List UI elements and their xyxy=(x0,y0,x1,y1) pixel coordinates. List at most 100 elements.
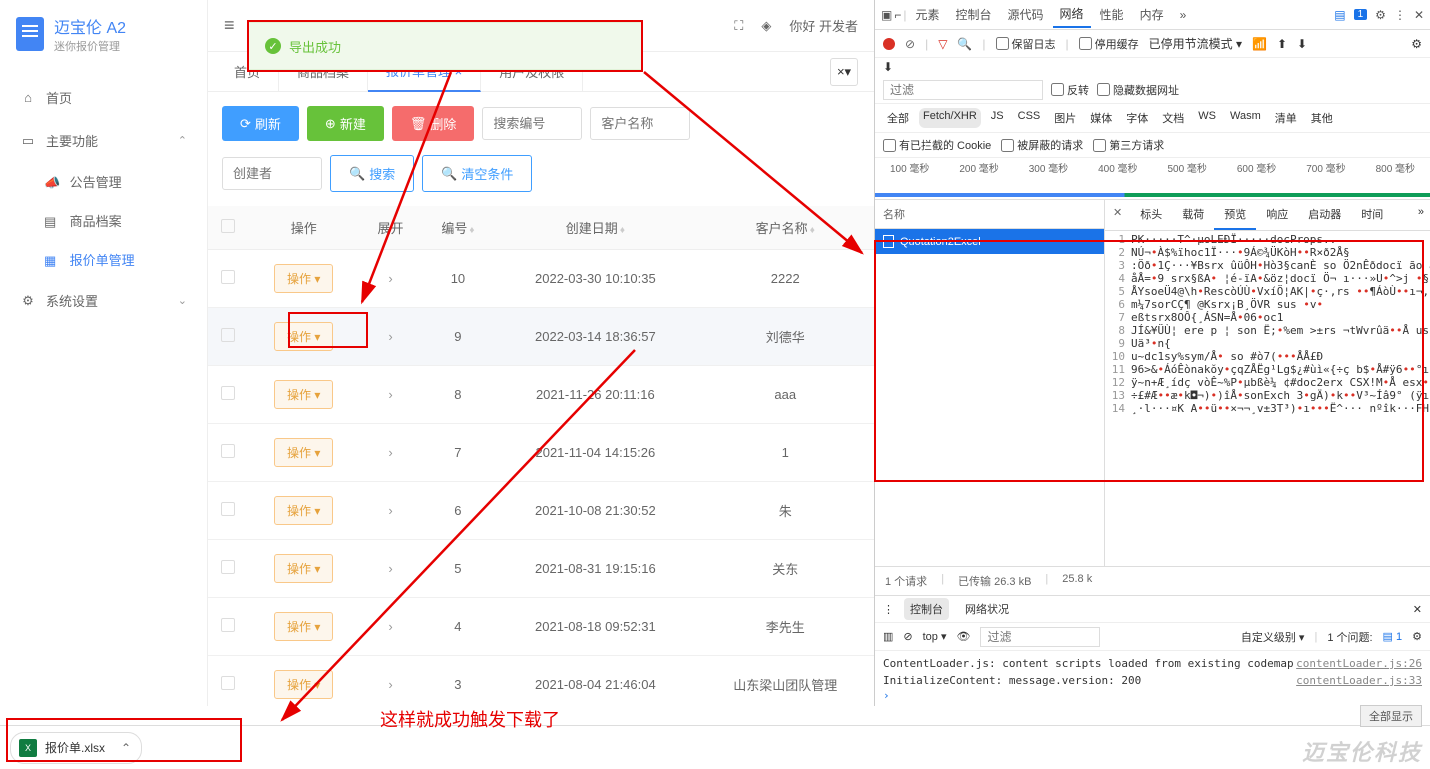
search-no-input[interactable] xyxy=(482,107,582,140)
nav-product-files[interactable]: ▤ 商品档案 xyxy=(0,201,207,240)
console-scope[interactable]: top ▾ xyxy=(923,630,947,643)
message-icon[interactable]: ▤ xyxy=(1334,8,1345,22)
download-item[interactable]: X 报价单.xlsx ⌃ xyxy=(10,732,142,764)
type-ws[interactable]: WS xyxy=(1194,108,1220,128)
type-fetch[interactable]: Fetch/XHR xyxy=(919,108,981,128)
request-item[interactable]: Quotation2Excel xyxy=(875,229,1104,254)
refresh-button[interactable]: ⟳ 刷新 xyxy=(222,106,299,141)
row-checkbox[interactable] xyxy=(221,328,235,342)
nav-quotation[interactable]: ▦ 报价单管理 xyxy=(0,240,207,279)
table-row[interactable]: 操作 ▾ › 9 2022-03-14 18:36:57 刘德华 xyxy=(208,308,874,366)
detail-tab-headers[interactable]: 标头 xyxy=(1130,200,1172,230)
search-icon[interactable]: 🔍 xyxy=(957,37,972,51)
preserve-log-checkbox[interactable]: 保留日志 xyxy=(996,36,1056,52)
hamburger-icon[interactable]: ≡ xyxy=(224,15,235,36)
col-no[interactable]: 编号♦ xyxy=(422,206,495,250)
nav-system-settings[interactable]: ⚙ 系统设置 ⌄ xyxy=(0,279,207,322)
row-op-button[interactable]: 操作 ▾ xyxy=(274,612,333,641)
row-op-button[interactable]: 操作 ▾ xyxy=(274,554,333,583)
console-link[interactable]: contentLoader.js:26 xyxy=(1296,657,1422,670)
console-menu-icon[interactable]: ⋮ xyxy=(883,603,894,616)
dt-tab-performance[interactable]: 性能 xyxy=(1093,2,1131,27)
clear-button[interactable]: 🔍 清空条件 xyxy=(422,155,532,192)
table-row[interactable]: 操作 ▾ › 5 2021-08-31 19:15:16 关东 xyxy=(208,540,874,598)
third-party-checkbox[interactable]: 第三方请求 xyxy=(1093,137,1164,153)
expand-icon[interactable]: › xyxy=(388,677,392,692)
row-op-button[interactable]: 操作 ▾ xyxy=(274,264,333,293)
nav-main-features[interactable]: ▭ 主要功能 ⌃ xyxy=(0,119,207,162)
expand-icon[interactable]: › xyxy=(388,619,392,634)
type-doc[interactable]: 文档 xyxy=(1158,108,1188,128)
filtered-req-checkbox[interactable]: 被屏蔽的请求 xyxy=(1001,137,1083,153)
type-manifest[interactable]: 清单 xyxy=(1271,108,1301,128)
dt-filter-input[interactable] xyxy=(883,80,1043,100)
detail-tab-response[interactable]: 响应 xyxy=(1256,200,1298,230)
detail-tab-preview[interactable]: 预览 xyxy=(1214,200,1256,230)
inspect-icon[interactable]: ▣ xyxy=(881,8,892,22)
col-customer[interactable]: 客户名称♦ xyxy=(696,206,874,250)
type-all[interactable]: 全部 xyxy=(883,108,913,128)
dt-tab-memory[interactable]: 内存 xyxy=(1133,2,1171,27)
hide-urls-checkbox[interactable]: 隐藏数据网址 xyxy=(1097,82,1179,98)
create-button[interactable]: ⊕ 新建 xyxy=(307,106,384,141)
diamond-icon[interactable]: ◈ xyxy=(761,18,771,34)
row-checkbox[interactable] xyxy=(221,502,235,516)
device-icon[interactable]: ⌐ xyxy=(894,8,901,22)
clear-icon[interactable]: ⊘ xyxy=(905,37,915,51)
console-close-icon[interactable]: ✕ xyxy=(1413,603,1422,616)
expand-icon[interactable]: › xyxy=(388,329,392,344)
expand-icon[interactable]: › xyxy=(388,271,392,286)
dt-tab-more[interactable]: » xyxy=(1173,4,1194,26)
dt-close-icon[interactable]: ✕ xyxy=(1414,8,1424,22)
table-row[interactable]: 操作 ▾ › 4 2021-08-18 09:52:31 李先生 xyxy=(208,598,874,656)
console-level[interactable]: 自定义级别 ▾ xyxy=(1241,629,1305,645)
type-other[interactable]: 其他 xyxy=(1307,108,1337,128)
wifi-icon[interactable]: 📶 xyxy=(1252,37,1267,51)
type-font[interactable]: 字体 xyxy=(1122,108,1152,128)
console-sidebar-icon[interactable]: ▥ xyxy=(883,630,893,643)
record-icon[interactable] xyxy=(883,38,895,50)
tab-close-button[interactable]: × ▾ xyxy=(830,58,858,86)
dt-tab-sources[interactable]: 源代码 xyxy=(1001,2,1051,27)
eye-icon[interactable]: 👁 xyxy=(957,630,971,643)
search-button[interactable]: 🔍 搜索 xyxy=(330,155,414,192)
nav-announce[interactable]: 📣 公告管理 xyxy=(0,162,207,201)
download-icon[interactable]: ⬇ xyxy=(1297,37,1307,51)
row-op-button[interactable]: 操作 ▾ xyxy=(274,670,333,699)
invert-checkbox[interactable]: 反转 xyxy=(1051,82,1089,98)
expand-icon[interactable]: › xyxy=(388,445,392,460)
chevron-up-icon[interactable]: ⌃ xyxy=(121,741,131,755)
expand-icon[interactable]: › xyxy=(388,387,392,402)
row-op-button[interactable]: 操作 ▾ xyxy=(274,380,333,409)
row-checkbox[interactable] xyxy=(221,676,235,690)
disable-cache-checkbox[interactable]: 停用缓存 xyxy=(1079,36,1139,52)
detail-close-icon[interactable]: ✕ xyxy=(1105,200,1130,230)
delete-button[interactable]: 🗑 删除 xyxy=(392,106,475,141)
row-checkbox[interactable] xyxy=(221,560,235,574)
table-row[interactable]: 操作 ▾ › 6 2021-10-08 21:30:52 朱 xyxy=(208,482,874,540)
row-op-button[interactable]: 操作 ▾ xyxy=(274,322,333,351)
detail-tab-payload[interactable]: 载荷 xyxy=(1172,200,1214,230)
type-img[interactable]: 图片 xyxy=(1050,108,1080,128)
row-checkbox[interactable] xyxy=(221,270,235,284)
fullscreen-icon[interactable]: ⛶ xyxy=(734,18,743,34)
network-status-tab[interactable]: 网络状况 xyxy=(959,598,1015,620)
detail-more-icon[interactable]: » xyxy=(1412,200,1430,230)
filter-icon[interactable]: ▽ xyxy=(938,37,947,51)
type-js[interactable]: JS xyxy=(987,108,1008,128)
dt-timeline[interactable]: 100 毫秒200 毫秒300 毫秒400 毫秒500 毫秒600 毫秒700 … xyxy=(875,158,1430,200)
row-checkbox[interactable] xyxy=(221,618,235,632)
show-all-button[interactable]: 全部显示 xyxy=(1360,705,1422,727)
console-tab[interactable]: 控制台 xyxy=(904,598,949,620)
nav-home[interactable]: ⌂ 首页 xyxy=(0,76,207,119)
console-gear-icon[interactable]: ⚙ xyxy=(1412,630,1422,643)
customer-input[interactable] xyxy=(590,107,690,140)
type-media[interactable]: 媒体 xyxy=(1086,108,1116,128)
row-checkbox[interactable] xyxy=(221,444,235,458)
blocked-cookies-checkbox[interactable]: 有已拦截的 Cookie xyxy=(883,137,991,153)
type-css[interactable]: CSS xyxy=(1014,108,1045,128)
expand-icon[interactable]: › xyxy=(388,503,392,518)
col-date[interactable]: 创建日期♦ xyxy=(494,206,696,250)
dt-menu-icon[interactable]: ⋮ xyxy=(1394,8,1406,22)
console-clear-icon[interactable]: ⊘ xyxy=(903,630,912,643)
